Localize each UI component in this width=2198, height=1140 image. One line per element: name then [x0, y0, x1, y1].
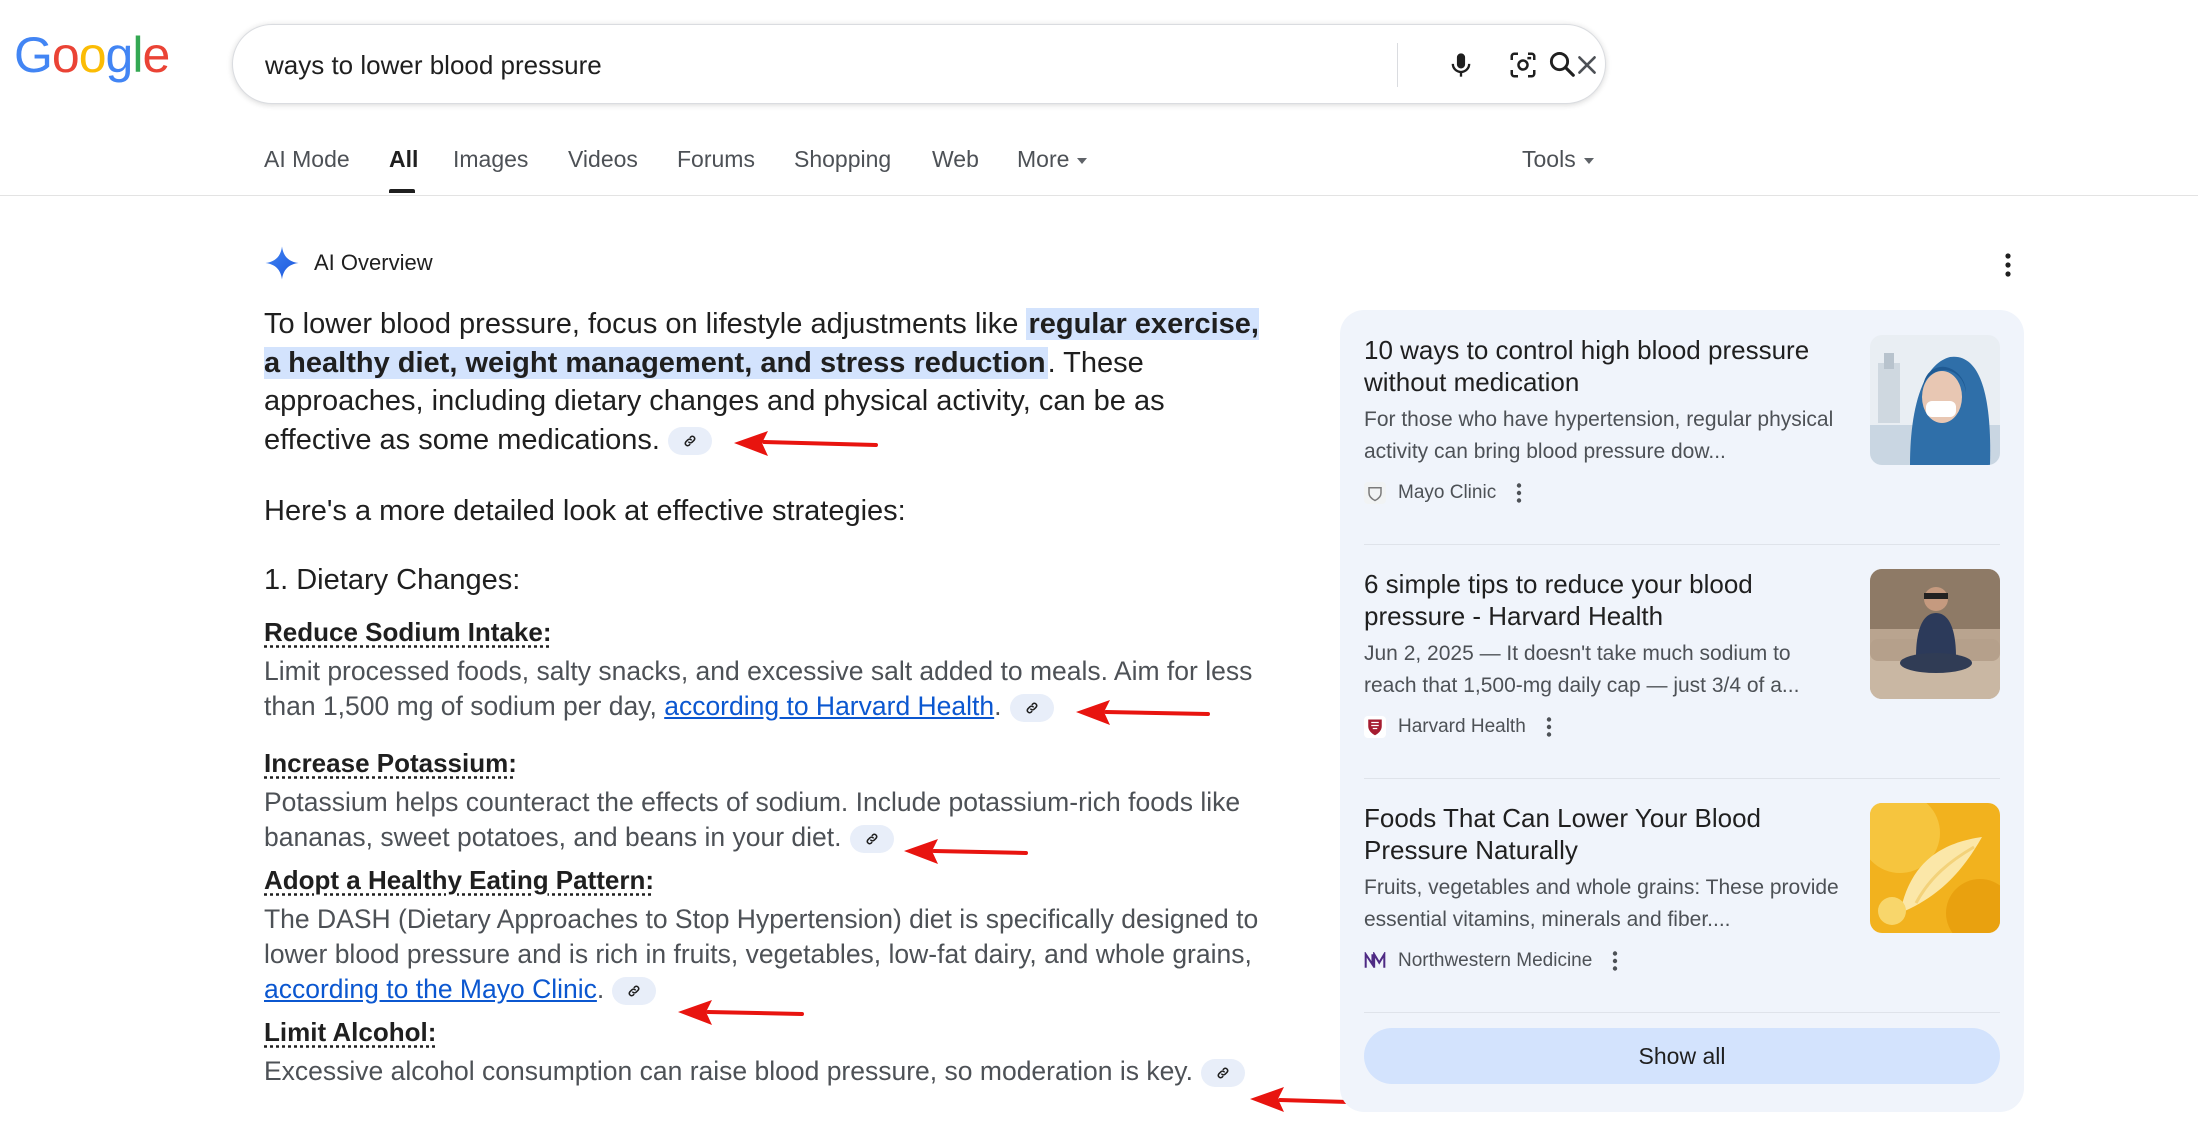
- source-thumbnail: [1870, 569, 2000, 699]
- strategy-text: .: [994, 690, 1002, 721]
- strategy-title: Reduce Sodium Intake:: [264, 616, 552, 647]
- header-divider: [0, 195, 2198, 196]
- sources-panel: 10 ways to control high blood pressure w…: [1340, 310, 2024, 1112]
- annotation-arrow-icon: [678, 1000, 804, 1025]
- source-attribution: Harvard Health: [1364, 716, 1554, 738]
- logo-letter: o: [51, 27, 80, 83]
- source-title: 6 simple tips to reduce your blood press…: [1364, 569, 1753, 631]
- annotation-arrow-icon: [734, 431, 878, 456]
- source-thumbnail: [1870, 803, 2000, 933]
- source-title: 10 ways to control high blood pressure w…: [1364, 335, 1810, 397]
- source-name: Mayo Clinic: [1398, 482, 1497, 503]
- tab-ai-mode[interactable]: AI Mode: [264, 146, 350, 173]
- ai-overview-header: AI Overview: [264, 245, 433, 281]
- citation-link-button[interactable]: [1009, 693, 1054, 722]
- strategy-text: Excessive alcohol consumption can raise …: [264, 1055, 1193, 1086]
- gemini-sparkle-icon: [265, 246, 299, 280]
- source-options-icon[interactable]: [1610, 950, 1620, 972]
- tab-forums[interactable]: Forums: [677, 146, 755, 173]
- tab-label: Shopping: [794, 146, 892, 172]
- logo-letter: G: [14, 27, 53, 83]
- link-icon: [1217, 1067, 1229, 1078]
- link-icon: [1026, 702, 1037, 713]
- strategy-text: .: [596, 973, 605, 1004]
- tab-all[interactable]: All: [389, 146, 418, 173]
- logo-letter: o: [78, 27, 107, 83]
- tab-label: Forums: [677, 146, 755, 172]
- camera-lens-icon[interactable]: [1503, 45, 1543, 85]
- source-snippet: Jun 2, 2025 — It doesn't take much sodiu…: [1364, 642, 1800, 697]
- annotation-arrow-icon: [904, 839, 1028, 864]
- logo-letter: e: [142, 27, 170, 83]
- strategy-body: The DASH (Dietary Approaches to Stop Hyp…: [264, 902, 1264, 1007]
- northwestern-medicine-logo-icon: [1364, 950, 1386, 972]
- citation-link-button[interactable]: [612, 976, 657, 1005]
- strategy-item: Increase Potassium: Potassium helps coun…: [264, 748, 1264, 855]
- source-attribution: Northwestern Medicine: [1364, 950, 1620, 972]
- citation-link-button[interactable]: [1200, 1058, 1245, 1087]
- tab-label: Images: [453, 146, 529, 172]
- ai-overview-title: AI Overview: [314, 250, 433, 275]
- search-input[interactable]: [265, 45, 1265, 85]
- harvard-shield-icon: [1364, 716, 1386, 738]
- logo-letter: g: [105, 27, 134, 83]
- tab-shopping[interactable]: Shopping: [794, 146, 891, 173]
- strategy-text: The DASH (Dietary Approaches to Stop Hyp…: [264, 903, 1259, 969]
- source-card[interactable]: 6 simple tips to reduce your blood press…: [1364, 544, 2000, 744]
- mayo-clinic-link[interactable]: according to the Mayo Clinic: [264, 974, 597, 1004]
- mayo-clinic-favicon-icon: [1364, 482, 1386, 504]
- link-icon: [684, 435, 696, 447]
- source-title: Foods That Can Lower Your Blood Pressure…: [1364, 803, 1762, 865]
- annotation-arrow-icon: [1076, 700, 1210, 725]
- source-snippet: Fruits, vegetables and whole grains: The…: [1364, 876, 1839, 931]
- active-tab-indicator: [389, 189, 415, 193]
- tab-label: AI Mode: [264, 146, 350, 172]
- microphone-icon[interactable]: [1441, 45, 1481, 85]
- harvard-health-link[interactable]: according to Harvard Health: [664, 691, 994, 721]
- logo-letter: l: [132, 27, 143, 83]
- link-icon: [628, 985, 640, 996]
- show-all-button[interactable]: Show all: [1364, 1028, 2000, 1084]
- tab-label: More: [1017, 146, 1070, 172]
- citation-link-button[interactable]: [668, 426, 712, 455]
- google-logo[interactable]: Google: [14, 27, 170, 83]
- search-divider: [1397, 43, 1398, 87]
- source-card[interactable]: Foods That Can Lower Your Blood Pressure…: [1364, 778, 2000, 978]
- source-card[interactable]: 10 ways to control high blood pressure w…: [1364, 310, 2000, 510]
- strategy-title: Adopt a Healthy Eating Pattern:: [264, 864, 655, 895]
- tab-label: All: [389, 146, 419, 172]
- strategy-text: Potassium helps counteract the effects o…: [264, 786, 1241, 852]
- tab-web[interactable]: Web: [932, 146, 979, 173]
- tools-button[interactable]: Tools: [1522, 146, 1594, 173]
- section-heading: 1. Dietary Changes:: [264, 563, 521, 596]
- card-divider: [1364, 1012, 2000, 1013]
- more-options-icon[interactable]: [1996, 250, 2020, 280]
- source-options-icon[interactable]: [1544, 716, 1554, 738]
- tab-label: Web: [932, 146, 979, 172]
- citation-link-button[interactable]: [849, 824, 894, 853]
- source-name: Northwestern Medicine: [1398, 950, 1593, 971]
- intro-text: To lower blood pressure, focus on lifest…: [264, 308, 1027, 340]
- strategy-title: Increase Potassium:: [264, 747, 517, 778]
- source-thumbnail: [1870, 335, 2000, 465]
- tab-more[interactable]: More: [1017, 146, 1088, 173]
- link-icon: [866, 833, 877, 844]
- detail-intro-line: Here's a more detailed look at effective…: [264, 495, 906, 527]
- tab-label: Videos: [568, 146, 638, 172]
- search-bar: [232, 24, 1606, 104]
- source-name: Harvard Health: [1398, 716, 1526, 737]
- strategy-body: Potassium helps counteract the effects o…: [264, 785, 1264, 855]
- strategy-item: Adopt a Healthy Eating Pattern: The DASH…: [264, 865, 1264, 1007]
- chevron-down-icon: [1583, 157, 1594, 164]
- tab-images[interactable]: Images: [453, 146, 528, 173]
- source-attribution: Mayo Clinic: [1364, 482, 1524, 504]
- strategy-body: Excessive alcohol consumption can raise …: [264, 1054, 1264, 1089]
- tab-videos[interactable]: Videos: [568, 146, 638, 173]
- tools-label: Tools: [1522, 146, 1576, 172]
- search-icon[interactable]: [1542, 44, 1582, 84]
- source-options-icon[interactable]: [1514, 482, 1524, 504]
- chevron-down-icon: [1077, 157, 1088, 164]
- source-snippet: For those who have hypertension, regular…: [1364, 408, 1834, 463]
